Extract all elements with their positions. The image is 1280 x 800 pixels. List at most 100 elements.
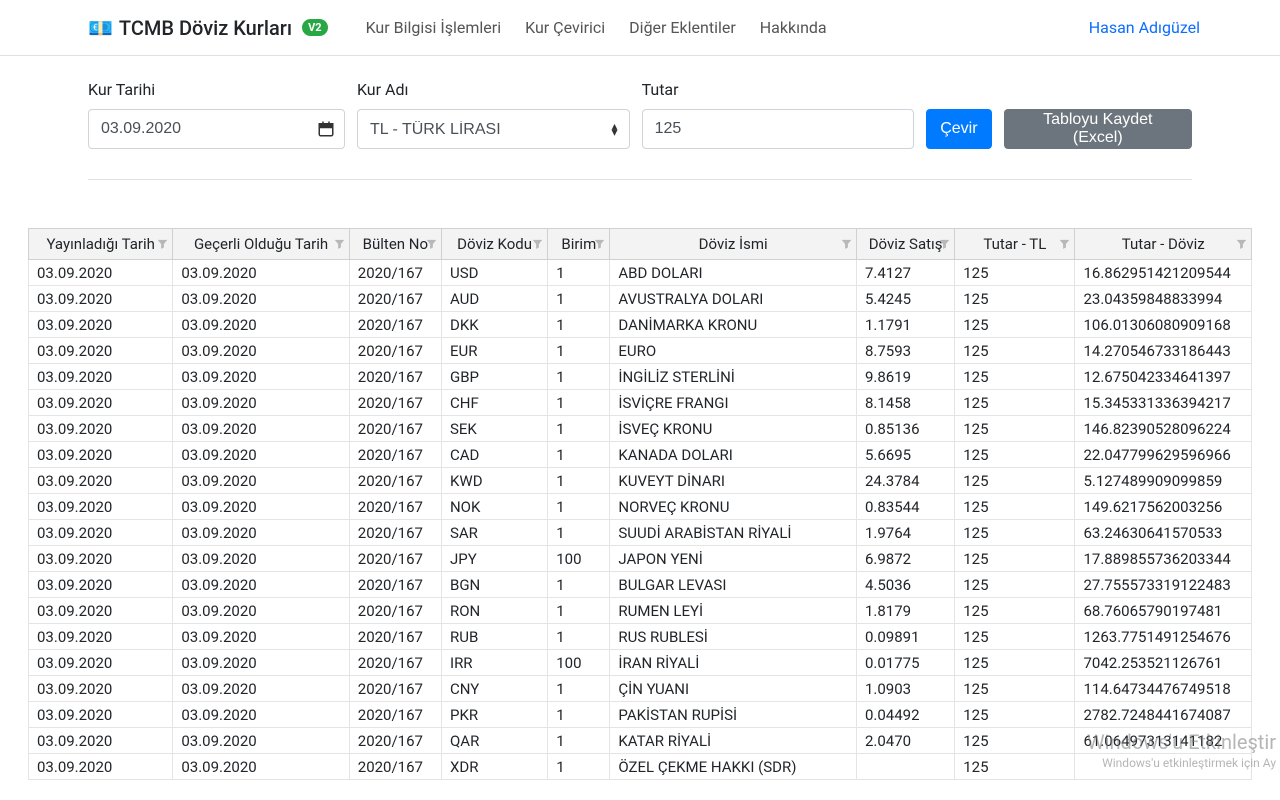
table-cell: ÖZEL ÇEKME HAKKI (SDR) — [610, 754, 857, 780]
table-cell: 03.09.2020 — [29, 416, 173, 442]
table-cell: 15.345331336394217 — [1075, 390, 1252, 416]
table-row[interactable]: 03.09.202003.09.20202020/167GBP1İNGİLİZ … — [29, 364, 1252, 390]
column-header[interactable]: Bülten No — [349, 229, 441, 260]
nav-link-kur-bilgisi[interactable]: Kur Bilgisi İşlemleri — [354, 14, 514, 41]
table-cell — [1075, 754, 1252, 780]
table-cell: 125 — [955, 338, 1075, 364]
table-cell: 1 — [548, 338, 610, 364]
table-cell: 4.5036 — [856, 572, 954, 598]
table-cell: 1 — [548, 468, 610, 494]
table-cell: 1.9764 — [856, 520, 954, 546]
table-row[interactable]: 03.09.202003.09.20202020/167AUD1AVUSTRAL… — [29, 286, 1252, 312]
table-row[interactable]: 03.09.202003.09.20202020/167IRR100İRAN R… — [29, 650, 1252, 676]
rates-table: Yayınladığı TarihGeçerli Olduğu TarihBül… — [28, 228, 1252, 780]
table-cell: SUUDİ ARABİSTAN RİYALİ — [610, 520, 857, 546]
table-cell: 03.09.2020 — [29, 364, 173, 390]
table-cell: 7042.253521126761 — [1075, 650, 1252, 676]
table-cell: 03.09.2020 — [173, 702, 349, 728]
nav-link-hakkinda[interactable]: Hakkında — [748, 14, 839, 41]
table-row[interactable]: 03.09.202003.09.20202020/167DKK1DANİMARK… — [29, 312, 1252, 338]
table-cell: 5.6695 — [856, 442, 954, 468]
table-row[interactable]: 03.09.202003.09.20202020/167CNY1ÇİN YUAN… — [29, 676, 1252, 702]
table-cell: NOK — [441, 494, 547, 520]
column-header[interactable]: Yayınladığı Tarih — [29, 229, 173, 260]
table-cell: 22.047799629596966 — [1075, 442, 1252, 468]
table-cell: 03.09.2020 — [173, 598, 349, 624]
table-cell: 03.09.2020 — [29, 312, 173, 338]
date-input[interactable] — [88, 109, 345, 149]
table-row[interactable]: 03.09.202003.09.20202020/167RON1RUMEN LE… — [29, 598, 1252, 624]
table-row[interactable]: 03.09.202003.09.20202020/167PKR1PAKİSTAN… — [29, 702, 1252, 728]
table-cell: İRAN RİYALİ — [610, 650, 857, 676]
table-cell: 114.64734476749518 — [1075, 676, 1252, 702]
export-excel-button[interactable]: Tabloyu Kaydet (Excel) — [1004, 109, 1192, 149]
table-row[interactable]: 03.09.202003.09.20202020/167QAR1KATAR Rİ… — [29, 728, 1252, 754]
table-row[interactable]: 03.09.202003.09.20202020/167SAR1SUUDİ AR… — [29, 520, 1252, 546]
column-header[interactable]: Döviz Kodu — [441, 229, 547, 260]
table-cell: 03.09.2020 — [29, 546, 173, 572]
table-row[interactable]: 03.09.202003.09.20202020/167KWD1KUVEYT D… — [29, 468, 1252, 494]
table-row[interactable]: 03.09.202003.09.20202020/167USD1ABD DOLA… — [29, 260, 1252, 286]
table-cell: 2020/167 — [349, 286, 441, 312]
table-cell: 125 — [955, 312, 1075, 338]
nav-link-kur-cevirici[interactable]: Kur Çevirici — [513, 14, 617, 41]
table-cell: 1 — [548, 598, 610, 624]
table-cell: 100 — [548, 650, 610, 676]
table-row[interactable]: 03.09.202003.09.20202020/167CHF1İSVİÇRE … — [29, 390, 1252, 416]
table-cell: NORVEÇ KRONU — [610, 494, 857, 520]
table-cell: SEK — [441, 416, 547, 442]
table-row[interactable]: 03.09.202003.09.20202020/167SEK1İSVEÇ KR… — [29, 416, 1252, 442]
table-cell: 03.09.2020 — [29, 572, 173, 598]
table-cell: 68.76065790197481 — [1075, 598, 1252, 624]
table-row[interactable]: 03.09.202003.09.20202020/167BGN1BULGAR L… — [29, 572, 1252, 598]
table-cell: SAR — [441, 520, 547, 546]
date-group: Kur Tarihi — [88, 80, 345, 149]
amount-group: Tutar — [642, 80, 915, 149]
navbar: 💶 TCMB Döviz Kurları V2 Kur Bilgisi İşle… — [0, 0, 1280, 56]
table-row[interactable]: 03.09.202003.09.20202020/167NOK1NORVEÇ K… — [29, 494, 1252, 520]
table-cell: 125 — [955, 702, 1075, 728]
table-cell: 1 — [548, 728, 610, 754]
column-header[interactable]: Geçerli Olduğu Tarih — [173, 229, 349, 260]
column-header[interactable]: Döviz Satış — [856, 229, 954, 260]
user-link[interactable]: Hasan Adıgüzel — [1089, 18, 1200, 37]
table-row[interactable]: 03.09.202003.09.20202020/167CAD1KANADA D… — [29, 442, 1252, 468]
table-cell: DKK — [441, 312, 547, 338]
table-cell: 03.09.2020 — [29, 494, 173, 520]
table-cell: 2020/167 — [349, 312, 441, 338]
table-container: Yayınladığı TarihGeçerli Olduğu TarihBül… — [0, 228, 1280, 780]
table-row[interactable]: 03.09.202003.09.20202020/167XDR1ÖZEL ÇEK… — [29, 754, 1252, 780]
table-cell: 1 — [548, 676, 610, 702]
table-cell: 1.1791 — [856, 312, 954, 338]
table-cell: 0.01775 — [856, 650, 954, 676]
table-cell: BGN — [441, 572, 547, 598]
table-cell: 03.09.2020 — [173, 754, 349, 780]
table-cell: 125 — [955, 442, 1075, 468]
table-cell: 03.09.2020 — [173, 468, 349, 494]
table-cell: 17.889855736203344 — [1075, 546, 1252, 572]
table-row[interactable]: 03.09.202003.09.20202020/167JPY100JAPON … — [29, 546, 1252, 572]
table-cell: CNY — [441, 676, 547, 702]
table-row[interactable]: 03.09.202003.09.20202020/167EUR1EURO8.75… — [29, 338, 1252, 364]
table-cell: 125 — [955, 572, 1075, 598]
amount-input[interactable] — [642, 109, 915, 149]
table-cell: 0.83544 — [856, 494, 954, 520]
table-cell: 03.09.2020 — [29, 286, 173, 312]
currency-group: Kur Adı TL - TÜRK LİRASI ▴▾ — [357, 80, 630, 149]
table-cell: İSVİÇRE FRANGI — [610, 390, 857, 416]
nav-link-diger-eklentiler[interactable]: Diğer Eklentiler — [617, 14, 748, 41]
column-header[interactable]: Birim — [548, 229, 610, 260]
table-cell: 125 — [955, 546, 1075, 572]
table-cell: 24.3784 — [856, 468, 954, 494]
table-cell: 2020/167 — [349, 416, 441, 442]
table-cell: 2020/167 — [349, 702, 441, 728]
brand[interactable]: 💶 TCMB Döviz Kurları V2 — [88, 16, 328, 40]
table-cell: 149.6217562003256 — [1075, 494, 1252, 520]
currency-select[interactable]: TL - TÜRK LİRASI — [357, 109, 630, 149]
column-header[interactable]: Tutar - Döviz — [1075, 229, 1252, 260]
table-row[interactable]: 03.09.202003.09.20202020/167RUB1RUS RUBL… — [29, 624, 1252, 650]
table-cell: 125 — [955, 728, 1075, 754]
column-header[interactable]: Döviz İsmi — [610, 229, 857, 260]
column-header[interactable]: Tutar - TL — [955, 229, 1075, 260]
convert-button[interactable]: Çevir — [926, 109, 991, 149]
